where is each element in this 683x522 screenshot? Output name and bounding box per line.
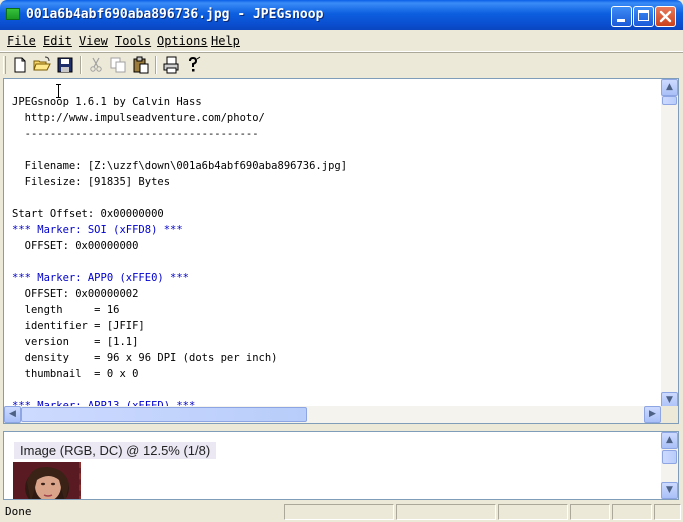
print-icon [163, 56, 179, 74]
report-vertical-scrollbar[interactable]: ▲ ▼ [661, 79, 678, 409]
report-line: JPEGsnoop 1.6.1 by Calvin Hass [12, 96, 202, 108]
horizontal-scroll-thumb[interactable] [21, 407, 307, 422]
menu-edit[interactable]: Edit [43, 34, 72, 48]
image-caption: Image (RGB, DC) @ 12.5% (1/8) [14, 442, 217, 459]
new-file-button[interactable] [10, 55, 30, 75]
maximize-icon [638, 10, 649, 21]
menu-help[interactable]: Help [211, 34, 240, 48]
copy-button[interactable] [108, 55, 128, 75]
menu-bar: File Edit View Tools Options Help [0, 30, 683, 52]
help-button[interactable] [183, 55, 203, 75]
status-text: Done [5, 505, 32, 518]
image-vertical-scrollbar[interactable]: ▲ ▼ [661, 432, 678, 499]
open-button[interactable] [32, 55, 52, 75]
jpegsnoop-app-icon [6, 8, 20, 20]
help-icon [189, 56, 201, 72]
image-preview-pane[interactable]: Image (RGB, DC) @ 12.5% (1/8) ▲ ▼ [3, 431, 679, 500]
report-line [12, 254, 661, 270]
toolbar-separator [80, 56, 82, 74]
menu-view[interactable]: View [79, 34, 108, 48]
report-pane[interactable]: JPEGsnoop 1.6.1 by Calvin Hass http://ww… [3, 78, 679, 424]
paste-button[interactable] [131, 55, 151, 75]
report-line: length = 16 [12, 304, 120, 316]
status-panel-5 [612, 504, 652, 520]
copy-icon [110, 57, 126, 73]
report-horizontal-scrollbar[interactable]: ◀ ▶ [4, 406, 661, 423]
report-line: thumbnail = 0 x 0 [12, 368, 139, 380]
image-scroll-down-button[interactable]: ▼ [661, 482, 678, 499]
menu-options[interactable]: Options [157, 34, 208, 48]
report-line: http://www.impulseadventure.com/photo/ [12, 112, 265, 124]
scroll-up-button[interactable]: ▲ [661, 79, 678, 96]
menu-tools[interactable]: Tools [115, 34, 151, 48]
status-panel-1 [284, 504, 394, 520]
menu-file[interactable]: File [7, 34, 36, 48]
report-marker-line: *** Marker: SOI (xFFD8) *** [12, 224, 183, 236]
toolbar-separator [155, 56, 157, 74]
report-marker-line: *** Marker: APP0 (xFFE0) *** [12, 272, 190, 284]
minimize-icon [617, 19, 625, 22]
report-line: OFFSET: 0x00000002 [12, 288, 139, 300]
report-line [12, 382, 661, 398]
status-bar: Done [0, 502, 683, 522]
report-text[interactable]: JPEGsnoop 1.6.1 by Calvin Hass http://ww… [4, 79, 661, 409]
cut-icon [90, 57, 102, 72]
save-disk-icon [57, 57, 73, 73]
status-panel-2 [396, 504, 496, 520]
new-file-icon [14, 57, 26, 73]
image-thumbnail [13, 462, 81, 499]
close-button[interactable] [655, 6, 676, 27]
portrait-thumbnail-graphic [13, 462, 79, 499]
status-panel-6 [654, 504, 681, 520]
report-line [12, 190, 661, 206]
report-line: ------------------------------------- [12, 128, 259, 140]
scroll-thumb[interactable] [662, 96, 677, 105]
close-icon [659, 10, 672, 23]
report-line [12, 142, 661, 158]
cut-button[interactable] [86, 55, 106, 75]
toolbar-grip[interactable] [3, 56, 6, 74]
report-line: OFFSET: 0x00000000 [12, 240, 139, 252]
minimize-button[interactable] [611, 6, 632, 27]
report-line: Filename: [Z:\uzzf\down\001a6b4abf690aba… [12, 160, 348, 172]
scroll-corner [661, 406, 678, 423]
scroll-right-button[interactable]: ▶ [644, 406, 661, 423]
paste-icon [133, 56, 149, 74]
status-panel-4 [570, 504, 610, 520]
report-line: density = 96 x 96 DPI (dots per inch) [12, 352, 278, 364]
maximize-button[interactable] [633, 6, 654, 27]
pane-splitter[interactable] [0, 424, 683, 431]
report-line: version = [1.1] [12, 336, 139, 348]
open-folder-icon [33, 56, 51, 71]
image-scroll-thumb[interactable] [662, 450, 677, 464]
report-line: identifier = [JFIF] [12, 320, 145, 332]
status-panel-3 [498, 504, 568, 520]
text-cursor-icon [56, 84, 61, 98]
scroll-left-button[interactable]: ◀ [4, 406, 21, 423]
report-line: Start Offset: 0x00000000 [12, 208, 164, 220]
print-button[interactable] [161, 55, 181, 75]
report-line: Filesize: [91835] Bytes [12, 176, 171, 188]
window-title: 001a6b4abf690aba896736.jpg - JPEGsnoop [26, 7, 324, 22]
toolbar [0, 52, 683, 76]
title-bar[interactable]: 001a6b4abf690aba896736.jpg - JPEGsnoop [0, 0, 683, 30]
image-scroll-up-button[interactable]: ▲ [661, 432, 678, 449]
save-button[interactable] [55, 55, 75, 75]
